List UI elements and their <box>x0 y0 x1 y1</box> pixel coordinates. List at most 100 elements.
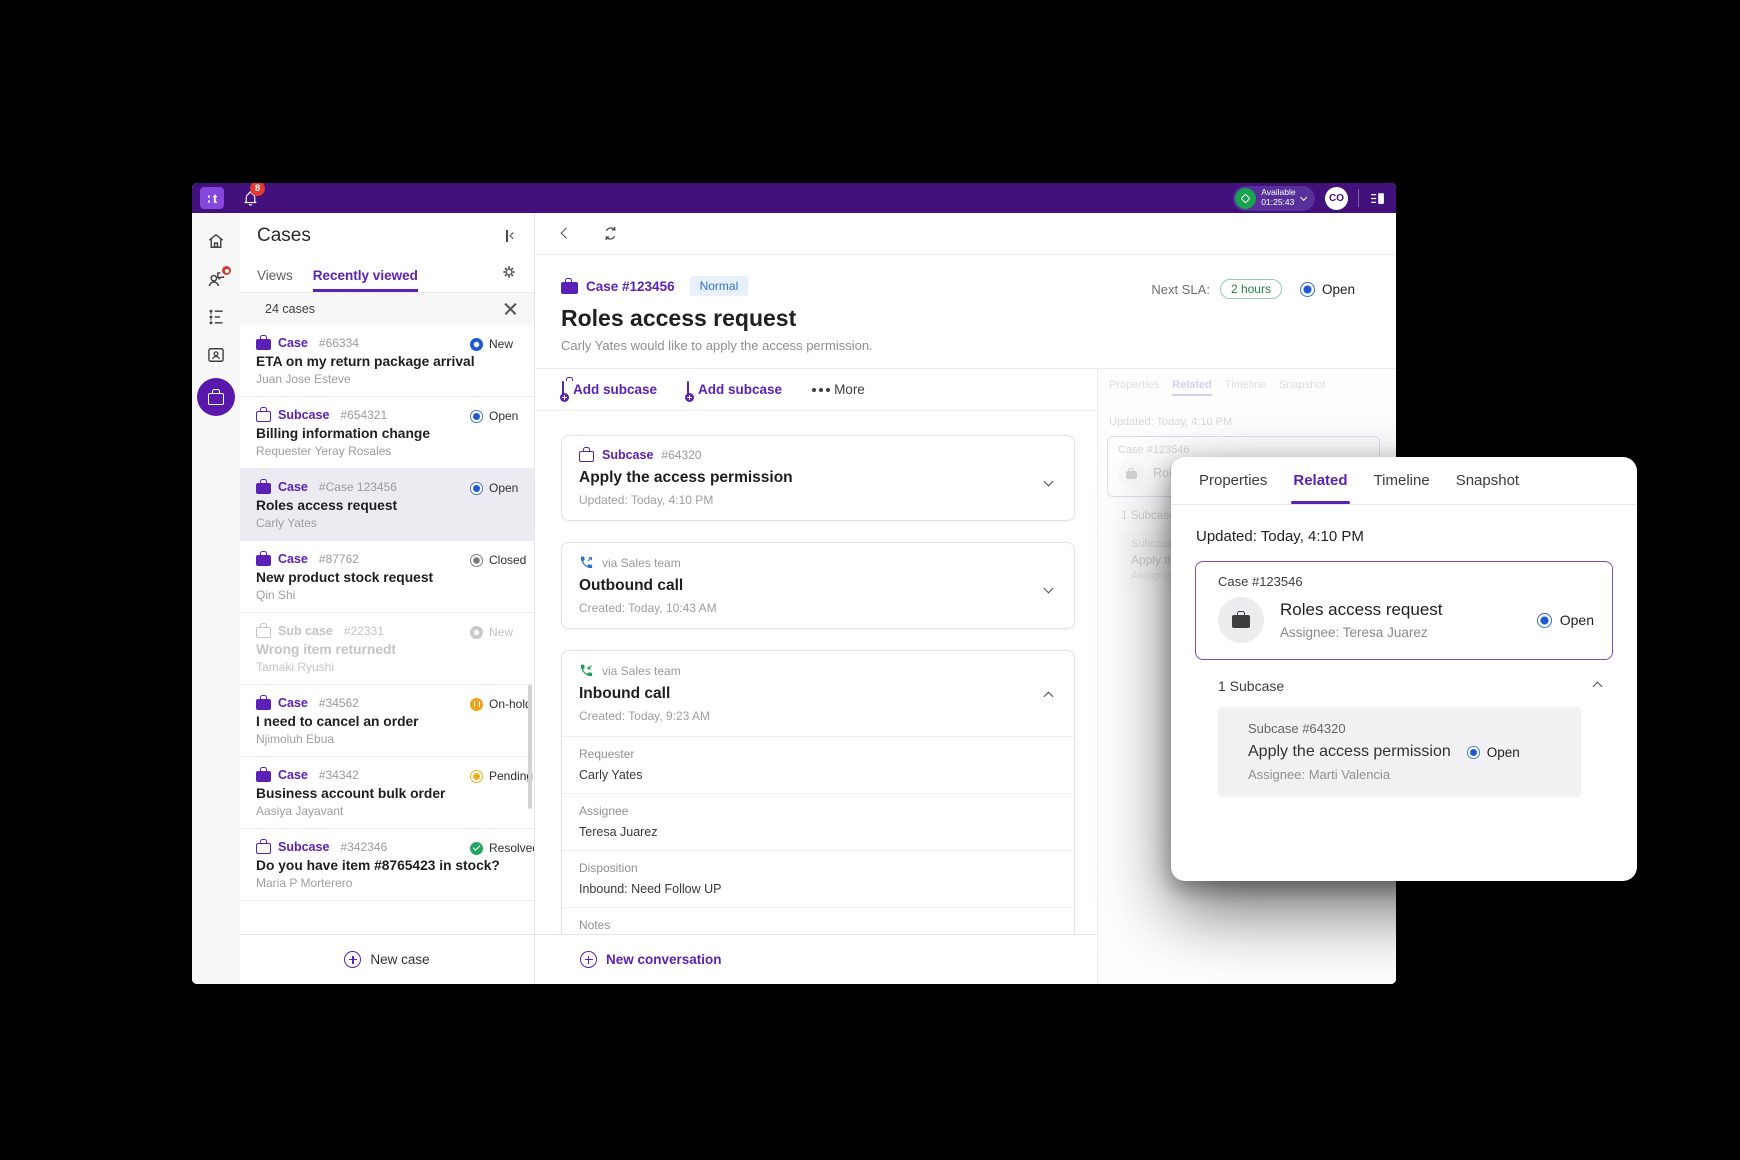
right-panel-toggle-icon[interactable] <box>1369 190 1386 207</box>
status-open-icon <box>470 482 483 495</box>
case-list-item[interactable]: Case #34562 On-hold I need to cancel an … <box>240 685 534 757</box>
tab-snapshot[interactable]: Snapshot <box>1456 457 1519 504</box>
case-title: Roles access request <box>256 498 520 513</box>
case-number: #342346 <box>340 840 387 854</box>
popup-tabs: Properties Related Timeline Snapshot <box>1171 457 1637 505</box>
case-number: #34342 <box>319 768 359 782</box>
nav-conversations[interactable] <box>205 268 227 290</box>
card-title: Apply the access permission <box>579 469 1057 487</box>
gear-icon <box>501 264 517 280</box>
briefcase-icon <box>1232 615 1250 628</box>
plus-circle-icon <box>580 951 597 968</box>
field-value: Carly Yates <box>579 768 1057 782</box>
card-meta: Created: Today, 9:23 AM <box>579 709 1057 723</box>
case-type-label: Subcase <box>278 408 329 422</box>
case-title: Do you have item #8765423 in stock? <box>256 858 520 873</box>
nav-workspace[interactable] <box>205 306 227 328</box>
new-conversation-button[interactable]: New conversation <box>535 934 1097 984</box>
field-notes: Notes Carly explained the reason for the… <box>562 907 1074 934</box>
collapse-panel-icon[interactable] <box>506 230 515 242</box>
nav-contacts[interactable] <box>205 344 227 366</box>
case-subtitle: Tamaki Ryushi <box>256 660 520 674</box>
case-subtitle: Requester Yeray Rosales <box>256 444 520 458</box>
priority-badge: Normal <box>690 276 749 296</box>
case-list-item[interactable]: Subcase #654321 Open Billing information… <box>240 397 534 469</box>
more-dots-icon <box>812 388 816 392</box>
case-type-label: Case <box>278 696 308 710</box>
case-id-label: Case #123456 <box>586 279 675 294</box>
status-open-icon <box>1300 282 1315 297</box>
field-label: Assignee <box>579 804 1057 818</box>
availability-status[interactable]: Available 01:25:43 <box>1233 186 1315 211</box>
case-briefcase-icon <box>256 483 271 494</box>
status-label: Open <box>1322 282 1355 297</box>
case-list-item[interactable]: Case #66334 New ETA on my return package… <box>240 325 534 397</box>
case-list-item[interactable]: Subcase #342346 Resolved Do you have ite… <box>240 829 534 901</box>
status-open-icon <box>1467 746 1480 759</box>
case-status: Open <box>1300 282 1355 297</box>
case-subtitle: Njimoluh Ebua <box>256 732 520 746</box>
card-type-label: Subcase <box>602 448 653 462</box>
scrollbar-thumb[interactable] <box>528 685 532 809</box>
subcase-briefcase-icon <box>256 843 271 854</box>
case-list-item-selected[interactable]: Case #Case 123456 Open Roles access requ… <box>240 469 534 541</box>
refresh-icon[interactable] <box>602 225 619 242</box>
card-title: Inbound call <box>579 685 1057 703</box>
tab-timeline[interactable]: Timeline <box>1374 457 1430 504</box>
outbound-call-card[interactable]: via Sales team Outbound call Created: To… <box>561 542 1075 629</box>
new-case-button[interactable]: New case <box>240 934 534 984</box>
app-logo[interactable]: t <box>200 187 224 209</box>
case-title: Wrong item returnedt <box>256 642 520 657</box>
cases-list: Case #66334 New ETA on my return package… <box>240 325 534 934</box>
related-case-card[interactable]: Case #123546 Roles access request Assign… <box>1195 561 1613 660</box>
inbound-call-card[interactable]: via Sales team Inbound call Created: Tod… <box>561 650 1075 934</box>
tab-related[interactable]: Related <box>1293 457 1347 504</box>
status-label: Open <box>489 409 518 423</box>
topbar-right: Available 01:25:43 CO <box>1233 186 1386 211</box>
field-label: Notes <box>579 918 1057 932</box>
next-sla-label: Next SLA: <box>1151 282 1210 297</box>
back-icon[interactable] <box>560 228 572 240</box>
app-grid-button[interactable] <box>208 948 224 964</box>
nav-home[interactable] <box>205 230 227 252</box>
more-button[interactable]: More <box>812 382 865 397</box>
case-list-item[interactable]: Case #87762 Closed New product stock req… <box>240 541 534 613</box>
case-type-label: Subcase <box>278 840 329 854</box>
card-number: #64320 <box>661 448 701 462</box>
nav-cases[interactable] <box>197 378 235 416</box>
tab-recently-viewed[interactable]: Recently viewed <box>313 268 418 292</box>
field-disposition: Disposition Inbound: Need Follow UP <box>562 850 1074 907</box>
call-fields: Requester Carly Yates Assignee Teresa Ju… <box>562 736 1074 934</box>
tab-properties[interactable]: Properties <box>1199 457 1267 504</box>
subcase-card[interactable]: Subcase #64320 Apply the access permissi… <box>561 435 1075 521</box>
case-title: New product stock request <box>256 570 520 585</box>
user-avatar[interactable]: CO <box>1325 187 1348 210</box>
top-bar: t 8 Available 01:25:43 CO <box>192 183 1396 213</box>
case-type-label: Sub case <box>278 624 333 638</box>
settings-button[interactable] <box>501 264 517 292</box>
case-briefcase-icon <box>561 282 578 294</box>
notifications-button[interactable]: 8 <box>239 187 261 209</box>
case-title: ETA on my return package arrival <box>256 354 520 369</box>
add-subcase-note-button[interactable]: Add subcase <box>687 382 782 397</box>
tab-views[interactable]: Views <box>257 268 293 292</box>
notification-badge: 8 <box>250 183 265 196</box>
case-description: Carly Yates would like to apply the acce… <box>561 338 1356 353</box>
case-briefcase-icon <box>256 699 271 710</box>
new-conversation-label: New conversation <box>606 952 722 967</box>
case-subtitle: Carly Yates <box>256 516 520 530</box>
case-number: #Case 123456 <box>319 480 397 494</box>
card-meta: Created: Today, 10:43 AM <box>579 601 1057 615</box>
case-header: Case #123456 Normal Roles access request… <box>535 255 1396 368</box>
case-detail-column: Add subcase Add subcase More <box>535 369 1098 984</box>
case-number: #654321 <box>340 408 387 422</box>
status-label: Open <box>1487 745 1520 760</box>
related-subcase-card[interactable]: Subcase #64320 Apply the access permissi… <box>1218 707 1581 797</box>
case-briefcase-icon <box>256 555 271 566</box>
add-subcase-button[interactable]: Add subcase <box>562 382 657 397</box>
field-value: Inbound: Need Follow UP <box>579 882 1057 896</box>
case-list-item-disabled[interactable]: Sub case #22331 New Wrong item returnedt… <box>240 613 534 685</box>
chevron-up-icon[interactable] <box>1593 681 1603 691</box>
case-list-item[interactable]: Case #34342 Pending Business account bul… <box>240 757 534 829</box>
close-icon[interactable] <box>504 303 517 316</box>
